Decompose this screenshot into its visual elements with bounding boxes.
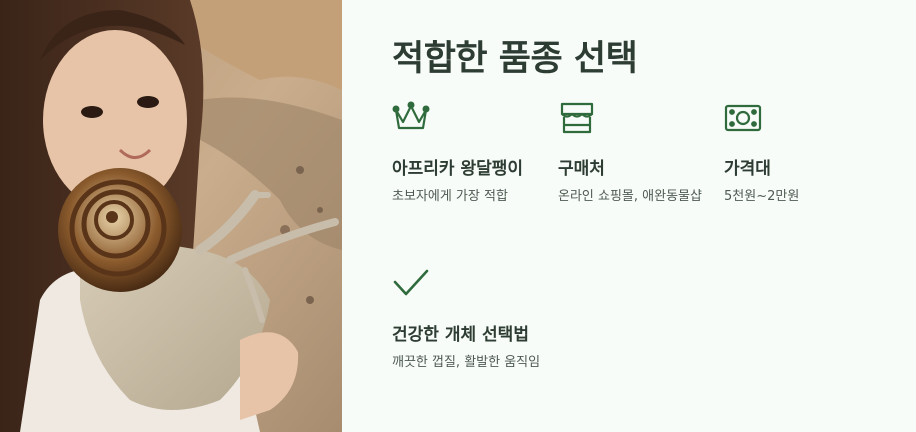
feature-title: 아프리카 왕달팽이 bbox=[392, 159, 524, 179]
feature-description: 5천원~2만원 bbox=[724, 189, 800, 204]
feature-title: 건강한 개체 선택법 bbox=[392, 325, 529, 345]
hero-photo bbox=[0, 0, 342, 432]
feature-species: 아프리카 왕달팽이 초보자에게 가장 적합 bbox=[392, 100, 552, 204]
crown-icon bbox=[392, 101, 430, 130]
feature-title: 구매처 bbox=[558, 159, 605, 179]
shop-icon bbox=[560, 102, 594, 134]
feature-health: 건강한 개체 선택법 깨끗한 껍질, 활발한 움직임 bbox=[392, 266, 552, 370]
feature-price: 가격대 5천원~2만원 bbox=[724, 100, 884, 204]
page-title: 적합한 품종 선택 bbox=[392, 39, 638, 79]
feature-purchase: 구매처 온라인 쇼핑몰, 애완동물샵 bbox=[558, 100, 718, 204]
feature-description: 초보자에게 가장 적합 bbox=[392, 189, 508, 204]
feature-description: 깨끗한 껍질, 활발한 움직임 bbox=[392, 355, 541, 370]
feature-title: 가격대 bbox=[724, 159, 771, 179]
banknote-icon bbox=[724, 104, 762, 132]
content-panel: 적합한 품종 선택 아프리카 왕달팽이 초보자에게 가장 적합 구매처 온라인 … bbox=[342, 0, 916, 432]
feature-description: 온라인 쇼핑몰, 애완동물샵 bbox=[558, 189, 702, 204]
check-icon bbox=[393, 269, 429, 296]
